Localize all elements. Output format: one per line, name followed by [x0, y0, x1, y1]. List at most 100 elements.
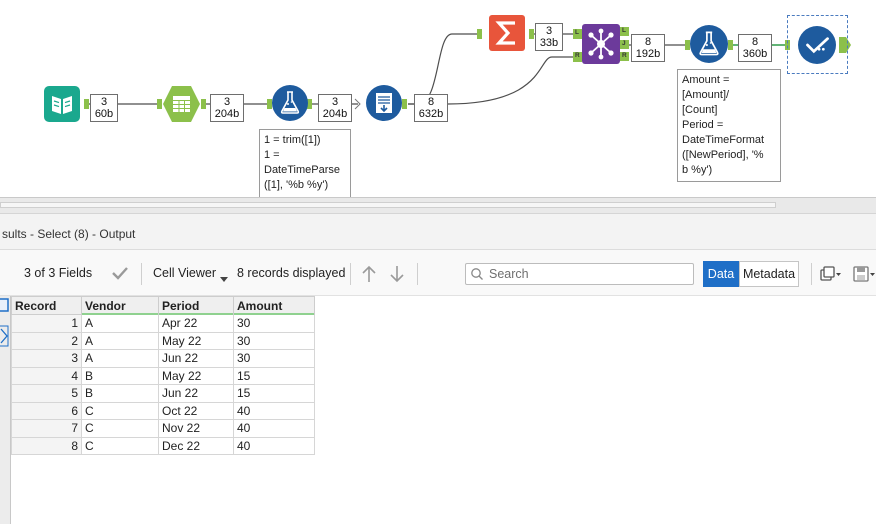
field-quality-bar — [159, 313, 233, 315]
badge-count: 8 — [644, 36, 652, 48]
amount-cell[interactable]: 40 — [233, 401, 315, 420]
column-header-vendor[interactable]: Vendor — [81, 296, 159, 315]
summarize-tool[interactable] — [489, 15, 525, 51]
select-tool[interactable] — [162, 85, 201, 123]
table-row[interactable]: 7 C Nov 22 40 — [11, 419, 315, 438]
column-header-period[interactable]: Period — [158, 296, 234, 315]
sidebar-toggle-icon[interactable] — [0, 296, 11, 356]
table-row[interactable]: 4 B May 22 15 — [11, 366, 315, 385]
cell-viewer-button[interactable]: Cell Viewer — [153, 266, 216, 280]
connection-badge-4: 8 632b — [414, 94, 448, 122]
join-output-join-label: J — [622, 40, 626, 47]
join-tool[interactable] — [582, 24, 620, 64]
table-row[interactable]: 6 C Oct 22 40 — [11, 401, 315, 420]
table-row[interactable]: 5 B Jun 22 15 — [11, 384, 315, 403]
input-data-tool[interactable] — [44, 86, 80, 122]
vendor-cell[interactable]: C — [81, 419, 159, 438]
toolbar-separator — [811, 263, 812, 285]
vendor-cell[interactable]: B — [81, 384, 159, 403]
badge-size: 204b — [214, 108, 240, 120]
search-input[interactable] — [489, 266, 689, 282]
vendor-cell[interactable]: C — [81, 401, 159, 420]
fields-dropdown[interactable]: 3 of 3 Fields — [24, 266, 92, 280]
field-quality-bar — [82, 313, 158, 315]
designer-window: L R L J R 3 60b 3 204b 3 204b 8 632b 3 3… — [0, 0, 876, 524]
results-toolbar: 3 of 3 Fields Cell Viewer 8 records disp… — [0, 250, 876, 296]
header-label: Record — [15, 298, 57, 313]
amount-cell[interactable]: 40 — [233, 419, 315, 438]
vendor-cell[interactable]: C — [81, 436, 159, 455]
toolbar-separator — [141, 263, 142, 285]
period-cell[interactable]: Jun 22 — [158, 349, 234, 368]
period-cell[interactable]: May 22 — [158, 331, 234, 350]
amount-cell[interactable]: 15 — [233, 366, 315, 385]
vendor-cell[interactable]: B — [81, 366, 159, 385]
vendor-cell[interactable]: A — [81, 349, 159, 368]
flask-icon — [690, 25, 728, 63]
arrow-down-icon[interactable] — [389, 265, 405, 288]
record-number: 7 — [11, 419, 82, 438]
tab-data[interactable]: Data — [703, 261, 739, 287]
results-sidebar — [0, 296, 11, 524]
amount-cell[interactable]: 30 — [233, 331, 315, 350]
badge-count: 8 — [751, 36, 759, 48]
connection-badge-1: 3 60b — [90, 94, 118, 122]
formula-tool-2[interactable] — [690, 25, 728, 63]
copy-icon[interactable] — [820, 266, 842, 287]
chevron-down-icon[interactable] — [220, 270, 228, 288]
results-title: sults - Select (8) - Output — [0, 214, 876, 250]
connection-badge-2: 3 204b — [210, 94, 244, 122]
badge-count: 3 — [223, 96, 231, 108]
period-cell[interactable]: Dec 22 — [158, 436, 234, 455]
search-box[interactable] — [465, 263, 694, 285]
column-header-amount[interactable]: Amount — [233, 296, 315, 315]
check-icon — [798, 26, 836, 64]
sort-icon — [366, 85, 402, 121]
canvas-scrollbar[interactable] — [0, 197, 876, 213]
toolbar-separator — [350, 263, 351, 285]
period-cell[interactable]: May 22 — [158, 366, 234, 385]
flask-icon — [272, 85, 308, 121]
field-quality-bar — [234, 313, 314, 315]
formula-2-annotation: Amount = [Amount]/ [Count] Period = Date… — [677, 69, 781, 182]
period-cell[interactable]: Jun 22 — [158, 384, 234, 403]
amount-cell[interactable]: 30 — [233, 349, 315, 368]
table-row[interactable]: 8 C Dec 22 40 — [11, 436, 315, 455]
checkmark-icon[interactable] — [111, 266, 129, 285]
period-cell[interactable]: Apr 22 — [158, 314, 234, 333]
connection-badge-3: 3 204b — [318, 94, 352, 122]
arrow-up-icon[interactable] — [361, 265, 377, 288]
header-label: Vendor — [85, 298, 126, 313]
badge-size: 360b — [742, 48, 768, 60]
join-output-right-label: R — [622, 52, 627, 59]
table-row[interactable]: 2 A May 22 30 — [11, 331, 315, 350]
header-label: Period — [162, 298, 200, 313]
table-row[interactable]: 1 A Apr 22 30 — [11, 314, 315, 333]
results-window: sults - Select (8) - Output 3 of 3 Field… — [0, 213, 876, 524]
vendor-cell[interactable]: A — [81, 331, 159, 350]
badge-size: 204b — [322, 108, 348, 120]
period-cell[interactable]: Oct 22 — [158, 401, 234, 420]
horizontal-scroll-thumb[interactable] — [0, 202, 776, 208]
amount-cell[interactable]: 40 — [233, 436, 315, 455]
badge-count: 3 — [100, 96, 108, 108]
amount-cell[interactable]: 30 — [233, 314, 315, 333]
join-icon — [582, 24, 620, 64]
sort-tool[interactable] — [366, 85, 402, 121]
join-right-anchor-label: R — [575, 52, 580, 59]
connection-badge-5: 3 33b — [535, 23, 563, 51]
results-grid[interactable]: Record Vendor Period Amount 1 A Apr 22 3… — [11, 296, 315, 455]
formula-tool-1[interactable] — [272, 85, 308, 121]
workflow-canvas[interactable]: L R L J R 3 60b 3 204b 3 204b 8 632b 3 3… — [0, 0, 876, 197]
save-icon[interactable] — [853, 266, 875, 287]
tab-metadata[interactable]: Metadata — [739, 261, 799, 287]
connection-badge-6: 8 192b — [631, 34, 665, 62]
period-cell[interactable]: Nov 22 — [158, 419, 234, 438]
vendor-cell[interactable]: A — [81, 314, 159, 333]
select-tool-8[interactable] — [798, 26, 836, 64]
table-row[interactable]: 3 A Jun 22 30 — [11, 349, 315, 368]
record-number: 2 — [11, 331, 82, 350]
join-left-anchor-label: L — [575, 29, 579, 36]
column-header-record[interactable]: Record — [11, 296, 82, 315]
amount-cell[interactable]: 15 — [233, 384, 315, 403]
